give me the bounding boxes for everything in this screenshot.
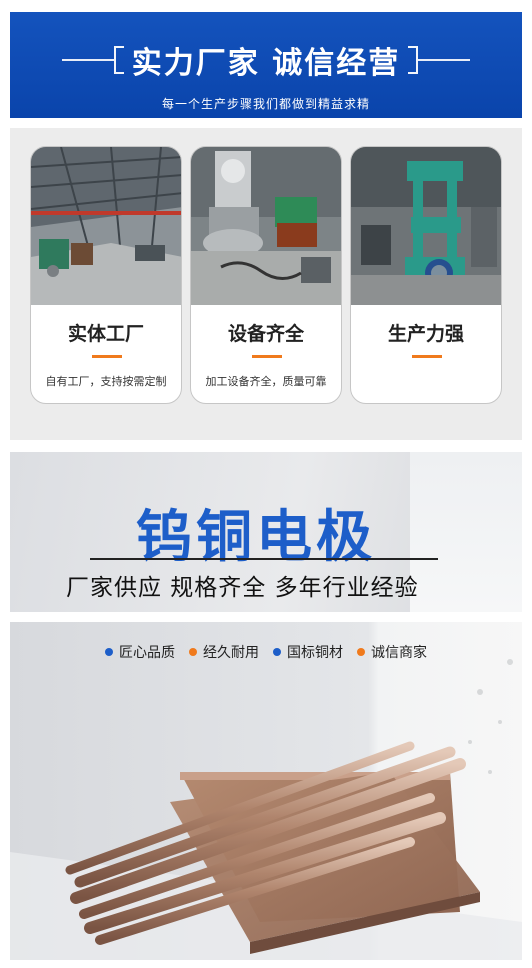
- badge: 经久耐用: [189, 642, 259, 662]
- banner-subtitle: 每一个生产步骤我们都做到精益求精: [161, 97, 370, 111]
- product-subtitle: 厂家供应 规格齐全 多年行业经验: [66, 575, 419, 601]
- badge-label: 国标铜材: [287, 645, 343, 661]
- feature-card-capacity: 生产力强: [350, 146, 502, 404]
- badge: 诚信商家: [357, 642, 427, 662]
- product-divider: [90, 558, 438, 560]
- feature-title: 生产力强: [387, 323, 464, 345]
- bullet-dot-icon: [357, 648, 365, 656]
- badge-label: 诚信商家: [371, 645, 427, 661]
- feature-desc: 自有工厂，支持按需定制: [45, 375, 167, 388]
- hydraulic-press-photo: [351, 147, 501, 305]
- feature-title: 实体工厂: [67, 323, 144, 345]
- product-title: 钨铜电极: [136, 505, 376, 570]
- tungsten-copper-electrode-photo: [10, 622, 522, 960]
- product-header: 钨铜电极 厂家供应 规格齐全 多年行业经验: [10, 452, 522, 612]
- processing-equipment-photo: [191, 147, 341, 305]
- top-banner: 实力厂家 诚信经营 每一个生产步骤我们都做到精益求精: [10, 12, 522, 118]
- feature-accent-bar: [412, 355, 442, 358]
- bullet-dot-icon: [105, 648, 113, 656]
- features-section: 实体工厂 自有工厂，支持按需定制 设备齐全 加工设备齐全，质量可靠 生产力强: [10, 128, 522, 440]
- badge-label: 匠心品质: [119, 645, 175, 661]
- feature-card-factory: 实体工厂 自有工厂，支持按需定制: [30, 146, 182, 404]
- background-wall: [410, 452, 522, 612]
- badge: 国标铜材: [273, 642, 343, 662]
- banner-left-line: [61, 59, 114, 61]
- banner-title: 实力厂家 诚信经营: [131, 46, 401, 81]
- product-photo-section: 匠心品质 经久耐用 国标铜材 诚信商家: [10, 622, 522, 960]
- badge: 匠心品质: [105, 642, 175, 662]
- feature-accent-bar: [92, 355, 122, 358]
- feature-accent-bar: [252, 355, 282, 358]
- badge-row: 匠心品质 经久耐用 国标铜材 诚信商家: [10, 642, 522, 662]
- feature-desc: 加工设备齐全，质量可靠: [205, 375, 327, 388]
- feature-title: 设备齐全: [227, 323, 304, 345]
- banner-right-line: [418, 59, 471, 61]
- feature-card-equipment: 设备齐全 加工设备齐全，质量可靠: [190, 146, 342, 404]
- bullet-dot-icon: [273, 648, 281, 656]
- banner-right-bracket: [408, 46, 419, 74]
- badge-label: 经久耐用: [203, 645, 259, 661]
- banner-title-row: 实力厂家 诚信经营: [10, 40, 522, 81]
- factory-floor-photo: [31, 147, 181, 305]
- banner-left-bracket: [113, 46, 124, 74]
- bullet-dot-icon: [189, 648, 197, 656]
